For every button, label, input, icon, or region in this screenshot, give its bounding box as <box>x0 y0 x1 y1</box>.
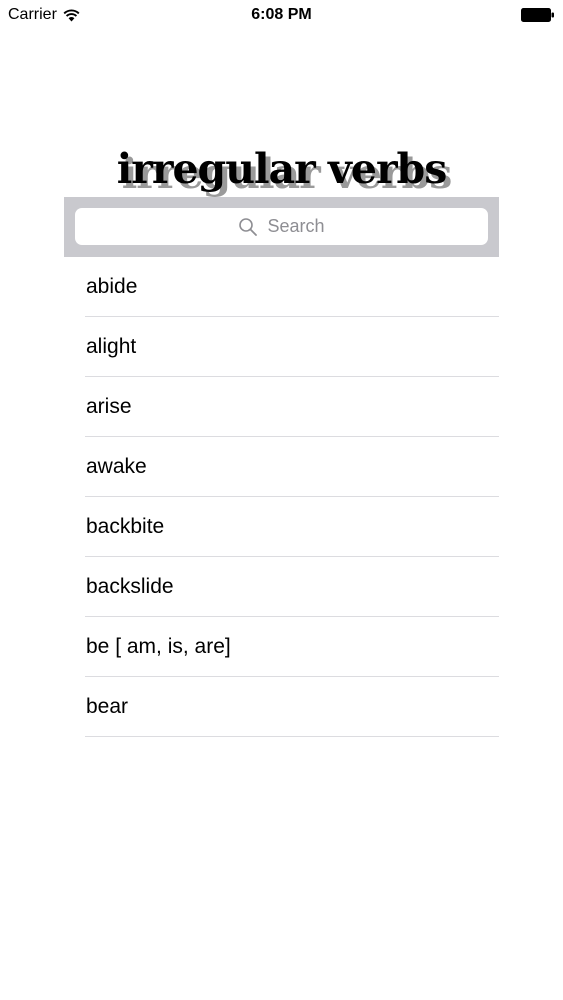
page-title: irregular verbs <box>116 145 448 193</box>
verb-row[interactable]: alight <box>64 317 499 377</box>
row-separator <box>85 736 499 737</box>
verb-label: abide <box>86 275 138 298</box>
verb-label: arise <box>86 395 132 418</box>
search-placeholder: Search <box>267 216 325 236</box>
verb-label: backslide <box>86 575 174 598</box>
search-icon <box>239 217 258 236</box>
battery-full-icon <box>521 8 554 22</box>
verb-label: awake <box>86 455 147 478</box>
verb-label: be [ am, is, are] <box>86 635 231 658</box>
verb-label: backbite <box>86 515 165 538</box>
verb-row[interactable]: abide <box>64 257 499 317</box>
status-time: 6:08 PM <box>251 6 312 23</box>
status-bar: Carrier 6:08 PM <box>0 0 563 30</box>
verb-row[interactable]: be [ am, is, are] <box>64 617 499 677</box>
verb-row[interactable]: awake <box>64 437 499 497</box>
verb-row[interactable]: backslide <box>64 557 499 617</box>
search-bar: Search <box>64 197 499 257</box>
verb-row[interactable]: backbite <box>64 497 499 557</box>
verb-label: bear <box>86 695 129 718</box>
search-input[interactable]: Search <box>75 208 488 245</box>
verb-label: alight <box>86 335 137 358</box>
verb-row[interactable]: bear <box>64 677 499 737</box>
verb-list: abide alight arise awake backbite backsl… <box>64 257 499 737</box>
verb-row[interactable]: arise <box>64 377 499 437</box>
